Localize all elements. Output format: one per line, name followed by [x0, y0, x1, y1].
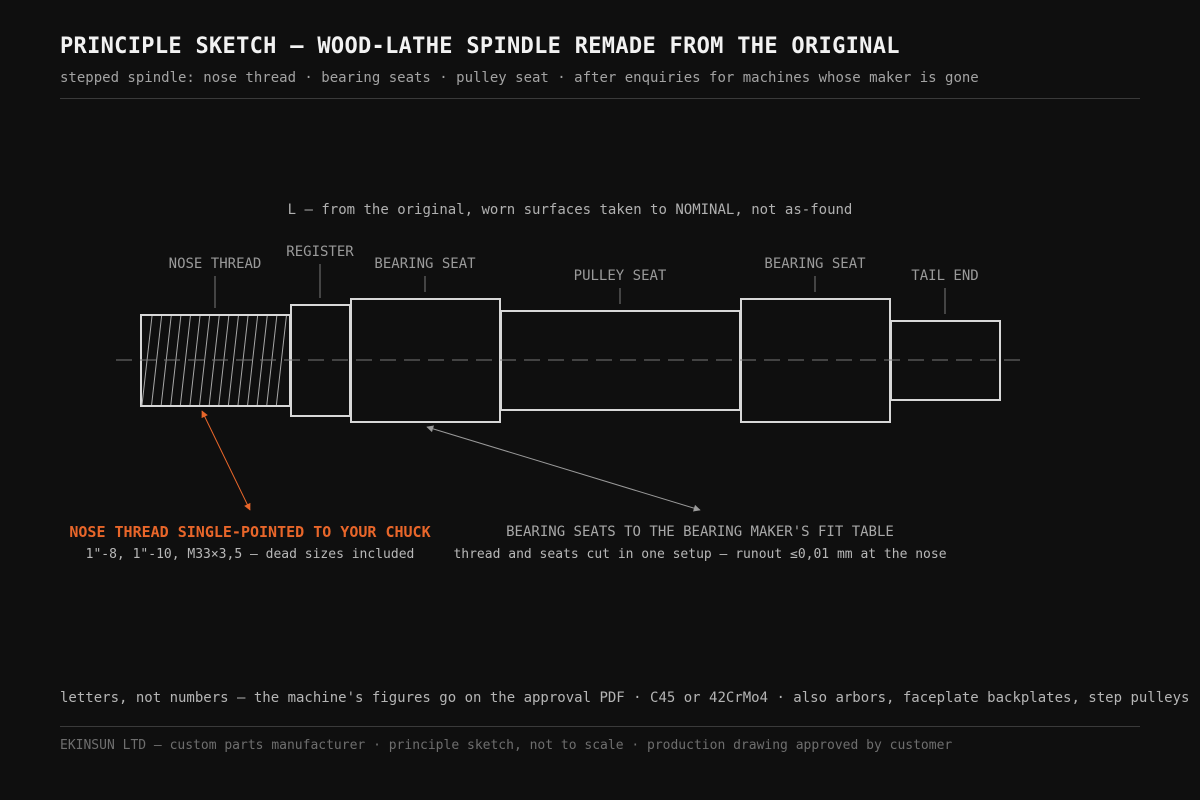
- label-pulley-seat: PULLEY SEAT: [574, 268, 667, 284]
- material-note: letters, not numbers — the machine's fig…: [60, 690, 1190, 706]
- footer-divider: [60, 726, 1140, 727]
- label-tail-end: TAIL END: [911, 268, 978, 284]
- label-nose-thread: NOSE THREAD: [169, 256, 262, 272]
- thread-callout-arrow: [201, 410, 251, 511]
- bearing-callout-arrow: [426, 425, 701, 512]
- thread-callout-detail: 1"-8, 1"-10, M33×3,5 — dead sizes includ…: [86, 547, 415, 562]
- spindle-diagram: L — from the original, worn surfaces tak…: [69, 202, 1026, 562]
- label-bearing-seat-1: BEARING SEAT: [374, 256, 476, 272]
- footer-text: EKINSUN LTD — custom parts manufacturer …: [60, 738, 953, 753]
- label-bearing-seat-2: BEARING SEAT: [764, 256, 866, 272]
- bearing-callout-detail: thread and seats cut in one setup — runo…: [453, 547, 946, 562]
- bearing-callout-title: BEARING SEATS TO THE BEARING MAKER'S FIT…: [506, 524, 894, 540]
- thread-callout-title: NOSE THREAD SINGLE-POINTED TO YOUR CHUCK: [69, 523, 430, 541]
- length-note: L — from the original, worn surfaces tak…: [288, 202, 853, 218]
- label-register: REGISTER: [286, 244, 354, 260]
